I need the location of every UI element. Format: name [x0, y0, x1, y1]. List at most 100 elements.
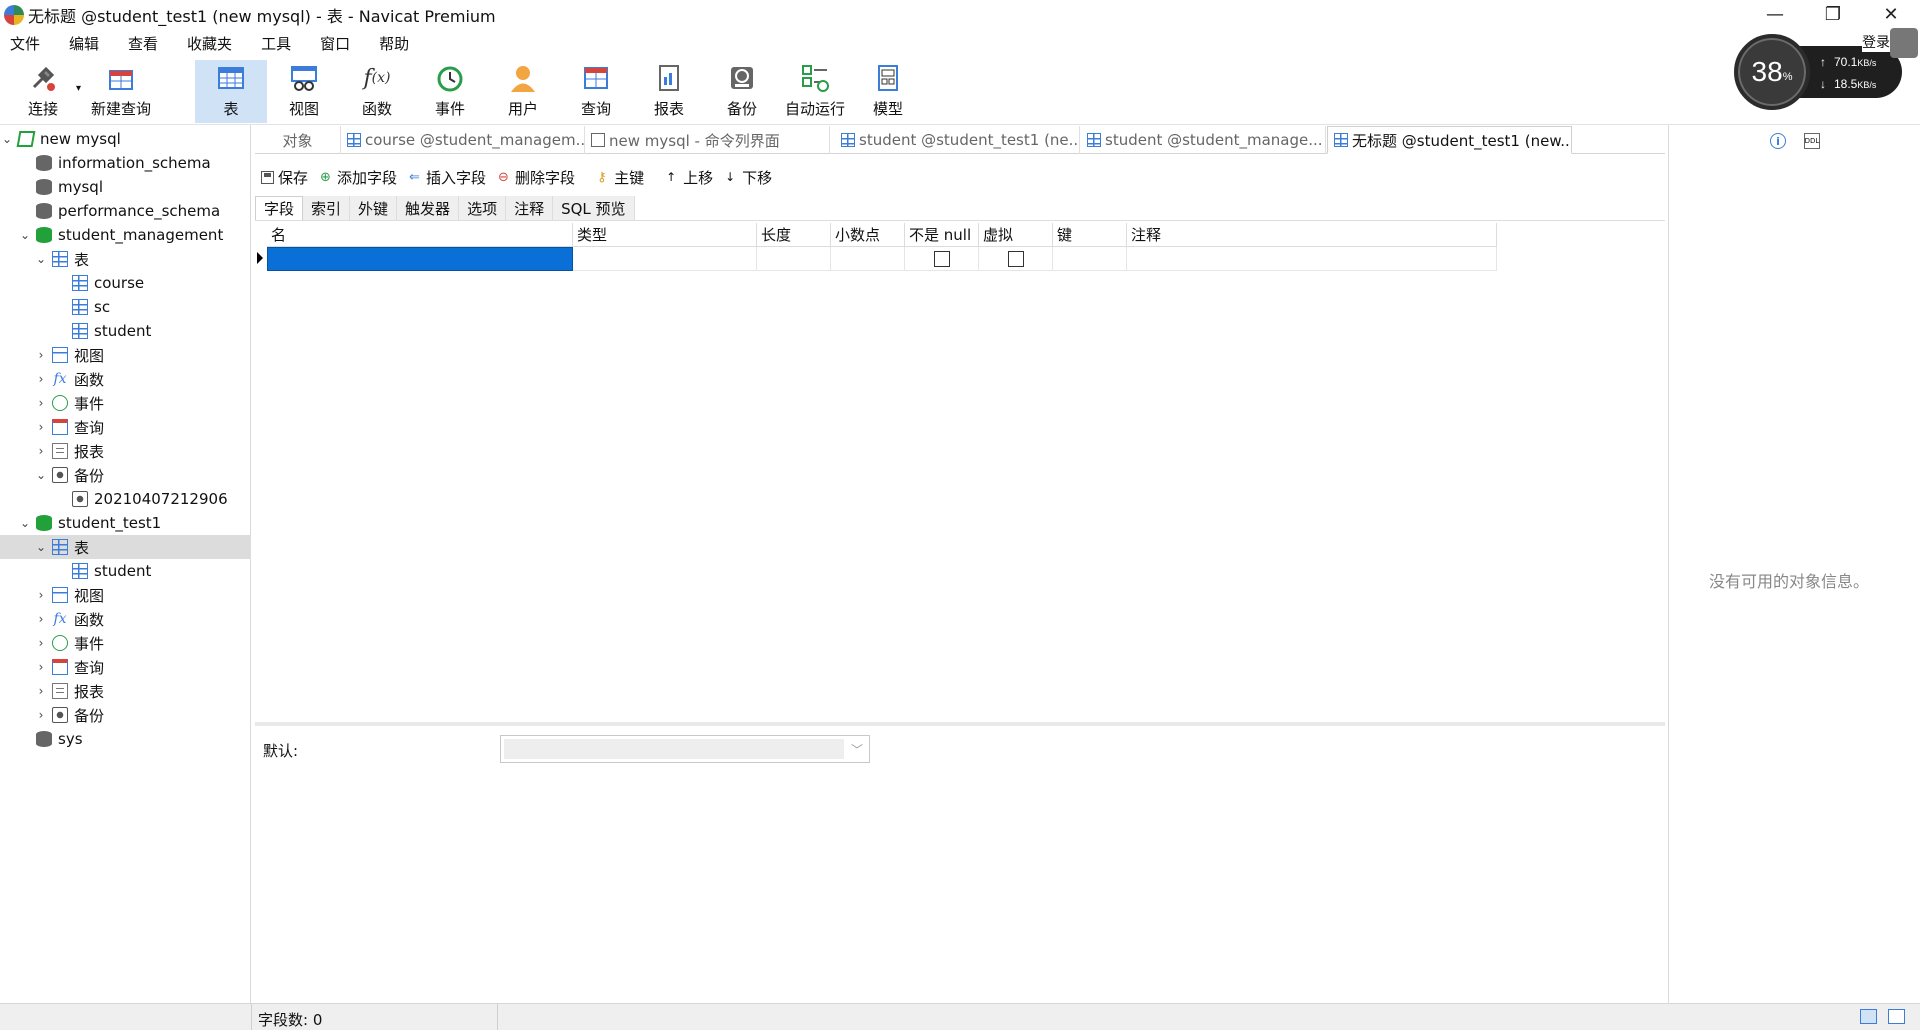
tab-student-test1[interactable]: student @student_test1 (ne... [835, 126, 1080, 154]
field-name-cell[interactable] [267, 247, 573, 271]
column-length[interactable]: 长度 [757, 223, 831, 247]
tree-db-mysql[interactable]: mysql [0, 175, 251, 199]
user-button[interactable]: 用户 [492, 60, 554, 123]
chevron-right-icon[interactable]: › [34, 444, 48, 458]
event-button[interactable]: 事件 [419, 60, 481, 123]
tree-events-folder[interactable]: › 事件 [0, 391, 251, 415]
menu-file[interactable]: 文件 [0, 33, 50, 54]
chevron-right-icon[interactable]: › [34, 636, 48, 650]
tree-table-course[interactable]: course [0, 271, 251, 295]
tree-table-sc[interactable]: sc [0, 295, 251, 319]
move-down-button[interactable]: ↓ 下移 [725, 167, 772, 188]
tree-backups-folder[interactable]: › 备份 [0, 703, 251, 727]
column-not-null[interactable]: 不是 null [905, 223, 979, 247]
chevron-right-icon[interactable]: › [34, 396, 48, 410]
chevron-right-icon[interactable]: › [34, 420, 48, 434]
insert-field-button[interactable]: ⇐ 插入字段 [409, 167, 486, 188]
tree-db-student-test1[interactable]: ⌄ student_test1 [0, 511, 251, 535]
delete-field-button[interactable]: ⊖ 删除字段 [498, 167, 575, 188]
login-link[interactable]: 登录 [1862, 32, 1890, 52]
save-button[interactable]: 保存 [261, 167, 308, 188]
chevron-right-icon[interactable]: › [34, 684, 48, 698]
table-button[interactable]: 表 [195, 60, 267, 123]
backup-button[interactable]: 备份 [711, 60, 773, 123]
tree-queries-folder[interactable]: › 查询 [0, 655, 251, 679]
connect-dropdown-icon[interactable]: ▾ [76, 83, 81, 94]
tab-objects[interactable]: 对象 [255, 126, 341, 154]
move-up-button[interactable]: ↑ 上移 [666, 167, 713, 188]
tab-command-line[interactable]: new mysql - 命令列界面 [585, 126, 830, 154]
tree-table-student[interactable]: student [0, 559, 251, 583]
tab-student-management[interactable]: student @student_manage... [1081, 126, 1326, 154]
column-name[interactable]: 名 [267, 223, 573, 247]
chevron-down-icon[interactable]: ⌄ [0, 132, 14, 146]
user-avatar-icon[interactable] [1890, 28, 1918, 58]
tree-db-information-schema[interactable]: information_schema [0, 151, 251, 175]
tree-functions-folder[interactable]: › fx 函数 [0, 367, 251, 391]
subtab-triggers[interactable]: 触发器 [397, 196, 460, 220]
menu-view[interactable]: 查看 [118, 33, 168, 54]
chevron-right-icon[interactable]: › [34, 372, 48, 386]
subtab-options[interactable]: 选项 [459, 196, 507, 220]
chevron-down-icon[interactable]: ⌄ [18, 228, 32, 242]
layout-toggle-left-icon[interactable] [1860, 1009, 1877, 1024]
connect-button[interactable]: 连接 [12, 60, 74, 123]
close-button[interactable]: ✕ [1862, 0, 1920, 29]
report-button[interactable]: 报表 [638, 60, 700, 123]
tree-queries-folder[interactable]: › 查询 [0, 415, 251, 439]
chevron-down-icon[interactable]: ⌄ [34, 252, 48, 266]
tree-events-folder[interactable]: › 事件 [0, 631, 251, 655]
field-length-cell[interactable] [757, 247, 831, 271]
subtab-sql-preview[interactable]: SQL 预览 [553, 196, 635, 220]
menu-favorites[interactable]: 收藏夹 [177, 33, 242, 54]
add-field-button[interactable]: ⊕ 添加字段 [320, 167, 397, 188]
menu-window[interactable]: 窗口 [310, 33, 360, 54]
tree-db-student-management[interactable]: ⌄ student_management [0, 223, 251, 247]
minimize-button[interactable]: — [1746, 0, 1804, 29]
tree-tables-folder[interactable]: ⌄ 表 [0, 247, 251, 271]
new-query-button[interactable]: 新建查询 [88, 60, 154, 123]
tree-connection-new-mysql[interactable]: ⌄ new mysql [0, 127, 251, 151]
tab-course[interactable]: course @student_managem... [341, 126, 585, 154]
virtual-checkbox[interactable] [1007, 250, 1024, 267]
tree-functions-folder[interactable]: › fx 函数 [0, 607, 251, 631]
menu-edit[interactable]: 编辑 [59, 33, 109, 54]
not-null-checkbox[interactable] [933, 250, 950, 267]
column-key[interactable]: 键 [1053, 223, 1127, 247]
tree-views-folder[interactable]: › 视图 [0, 583, 251, 607]
query-button[interactable]: 查询 [565, 60, 627, 123]
tab-untitled[interactable]: 无标题 @student_test1 (new... [1327, 126, 1572, 154]
function-button[interactable]: f (x) 函数 [346, 60, 408, 123]
info-icon[interactable]: i [1770, 133, 1786, 149]
chevron-right-icon[interactable]: › [34, 708, 48, 722]
tree-db-performance-schema[interactable]: performance_schema [0, 199, 251, 223]
column-type[interactable]: 类型 [573, 223, 757, 247]
column-virtual[interactable]: 虚拟 [979, 223, 1053, 247]
view-button[interactable]: 视图 [273, 60, 335, 123]
chevron-right-icon[interactable]: › [34, 588, 48, 602]
ddl-icon[interactable]: DDL [1804, 133, 1820, 149]
layout-toggle-right-icon[interactable] [1888, 1009, 1905, 1024]
tree-tables-folder-selected[interactable]: ⌄ 表 [0, 535, 251, 559]
automation-button[interactable]: 自动运行 [778, 60, 852, 123]
model-button[interactable]: 模型 [857, 60, 919, 123]
default-value-select[interactable]: ﹀ [500, 735, 870, 763]
subtab-comment[interactable]: 注释 [506, 196, 554, 220]
subtab-indexes[interactable]: 索引 [303, 196, 351, 220]
column-decimals[interactable]: 小数点 [831, 223, 905, 247]
field-decimals-cell[interactable] [831, 247, 905, 271]
tree-db-sys[interactable]: sys [0, 727, 251, 751]
tree-table-student[interactable]: student [0, 319, 251, 343]
chevron-down-icon[interactable]: ⌄ [18, 516, 32, 530]
chevron-right-icon[interactable]: › [34, 660, 48, 674]
chevron-right-icon[interactable]: › [34, 348, 48, 362]
tree-backup-item[interactable]: 20210407212906 [0, 487, 251, 511]
chevron-down-icon[interactable]: ⌄ [34, 540, 48, 554]
tree-reports-folder[interactable]: › 报表 [0, 439, 251, 463]
field-type-cell[interactable] [573, 247, 757, 271]
tree-reports-folder[interactable]: › 报表 [0, 679, 251, 703]
primary-key-button[interactable]: ⚷ 主键 [597, 167, 644, 188]
chevron-down-icon[interactable]: ⌄ [34, 468, 48, 482]
tree-views-folder[interactable]: › 视图 [0, 343, 251, 367]
tree-backups-folder[interactable]: ⌄ 备份 [0, 463, 251, 487]
